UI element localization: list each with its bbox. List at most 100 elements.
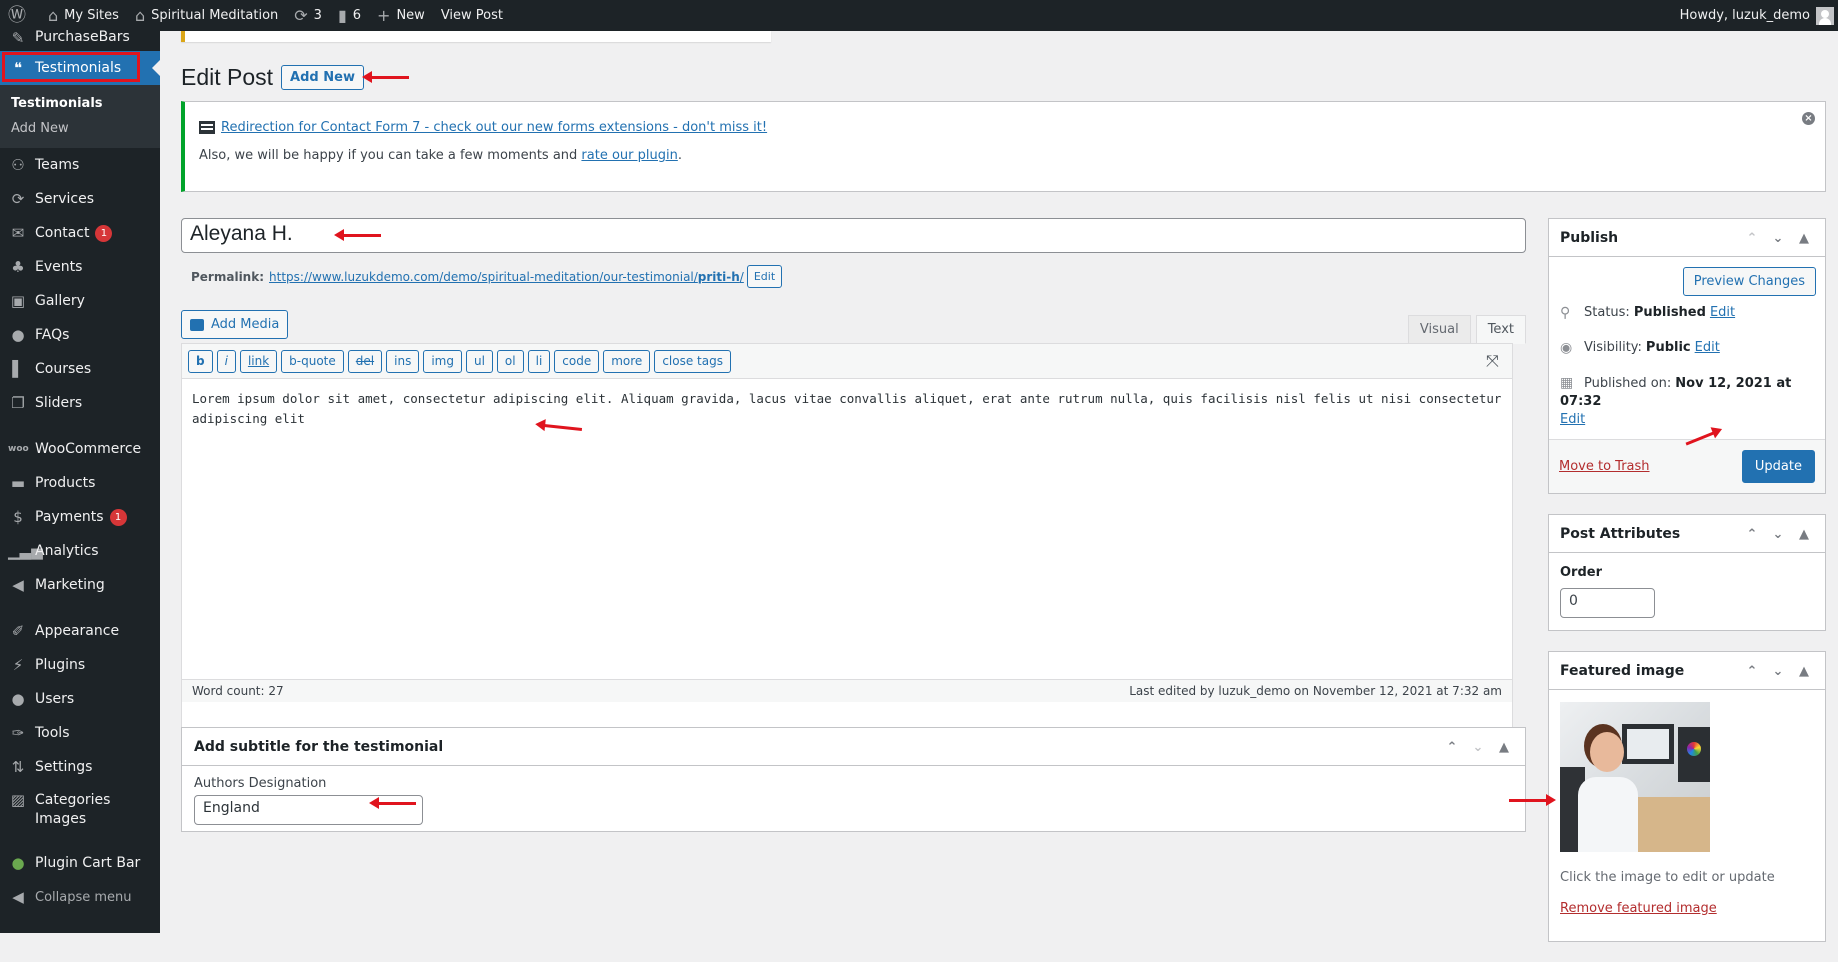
annotation-arrow (369, 797, 416, 809)
updates-menu[interactable]: ⟳ 3 (286, 0, 330, 31)
update-button[interactable]: Update (1741, 450, 1815, 483)
comments-count: 6 (352, 8, 362, 23)
permalink-row: Permalink: https://www.luzukdemo.com/dem… (191, 265, 783, 288)
sidebar-item-products[interactable]: ▬ Products (0, 466, 160, 500)
edit-status-link[interactable]: Edit (1710, 304, 1735, 322)
sidebar-item-contact[interactable]: ✉ Contact 1 (0, 216, 160, 250)
move-down-icon[interactable]: ⌄ (1765, 527, 1791, 542)
qt-more-button[interactable]: more (603, 349, 651, 373)
sidebar-item-sliders[interactable]: ❐ Sliders (0, 386, 160, 420)
page-title: Edit Post (181, 64, 274, 90)
qt-link-button[interactable]: link (239, 349, 278, 373)
move-down-icon[interactable]: ⌄ (1465, 740, 1491, 755)
sidebar-item-faqs[interactable]: ● FAQs (0, 318, 160, 352)
qt-img-button[interactable]: img (423, 349, 462, 373)
content-textarea[interactable]: Lorem ipsum dolor sit amet, consectetur … (182, 379, 1512, 679)
warning-notice-partial (181, 31, 771, 42)
edit-visibility-link[interactable]: Edit (1695, 339, 1720, 357)
sidebar-item-events[interactable]: ♣ Events (0, 250, 160, 284)
plus-icon: + (377, 5, 391, 25)
sidebar-item-categories-images[interactable]: ▨ Categories Images (0, 784, 160, 834)
sidebar-item-label: Courses (35, 361, 92, 377)
qt-italic-button[interactable]: i (216, 349, 236, 373)
toggle-panel-icon[interactable]: ▲ (1491, 740, 1517, 755)
annotation-arrow (362, 71, 409, 83)
sidebar-item-teams[interactable]: ⚇ Teams (0, 148, 160, 182)
sidebar-item-tools[interactable]: ✑ Tools (0, 716, 160, 750)
preview-changes-button[interactable]: Preview Changes (1682, 267, 1816, 296)
move-up-icon[interactable]: ⌃ (1739, 231, 1765, 246)
sidebar-item-analytics[interactable]: ▁▃▅ Analytics (0, 534, 160, 568)
new-label: New (396, 8, 425, 23)
remove-featured-image-link[interactable]: Remove featured image (1560, 901, 1717, 916)
qt-code-button[interactable]: code (554, 349, 600, 373)
metabox-title: Add subtitle for the testimonial (194, 738, 444, 755)
featured-image-title: Featured image (1560, 662, 1685, 679)
permalink-edit-button[interactable]: Edit (746, 265, 783, 288)
tab-visual[interactable]: Visual (1407, 315, 1471, 344)
toggle-panel-icon[interactable]: ▲ (1791, 231, 1817, 246)
add-media-button[interactable]: Add Media (181, 310, 289, 339)
wrench-icon: ✑ (11, 724, 25, 742)
featured-image-box: Featured image ⌃ ⌄ ▲ Click the image to … (1509, 651, 1826, 942)
qt-ul-button[interactable]: ul (465, 349, 493, 373)
image-person-head (1590, 732, 1624, 772)
account-menu[interactable]: Howdy, luzuk_demo (1672, 0, 1838, 31)
qt-bold-button[interactable]: b (188, 349, 213, 373)
status-label: Status: (1584, 305, 1630, 320)
tab-text[interactable]: Text (1475, 315, 1526, 344)
sidebar-item-courses[interactable]: ▌ Courses (0, 352, 160, 386)
dismiss-notice-icon[interactable]: × (1802, 112, 1815, 125)
qt-del-button[interactable]: del (347, 349, 383, 373)
sidebar-item-woocommerce[interactable]: woo WooCommerce (0, 432, 160, 466)
woo-icon: woo (8, 444, 29, 454)
metabox-handles: ⌃ ⌄ ▲ (1739, 652, 1817, 690)
sidebar-item-plugin-cart-bar[interactable]: ● Plugin Cart Bar (0, 846, 160, 880)
toggle-panel-icon[interactable]: ▲ (1791, 527, 1817, 542)
qt-ins-button[interactable]: ins (386, 349, 420, 373)
new-content-menu[interactable]: + New (369, 0, 433, 31)
submenu-item-add-new[interactable]: Add New (0, 116, 160, 141)
submenu-item-testimonials[interactable]: Testimonials (0, 91, 160, 116)
featured-image-thumbnail[interactable] (1560, 702, 1710, 852)
sidebar-item-marketing[interactable]: ◀ Marketing (0, 568, 160, 602)
authors-designation-input[interactable]: England (194, 795, 423, 825)
add-new-button[interactable]: Add New (281, 65, 364, 90)
sidebar-item-settings[interactable]: ⇅ Settings (0, 750, 160, 784)
collapse-menu-button[interactable]: ◀ Collapse menu (0, 880, 160, 914)
order-input[interactable]: 0 (1560, 588, 1655, 618)
page-header: Edit Post Add New (181, 64, 364, 91)
fullscreen-icon[interactable]: ⤧ (1486, 353, 1502, 369)
menu-separator (0, 602, 160, 614)
qt-blockquote-button[interactable]: b-quote (281, 349, 344, 373)
move-to-trash-link[interactable]: Move to Trash (1559, 459, 1650, 474)
redirection-notice-link[interactable]: Redirection for Contact Form 7 - check o… (221, 120, 767, 135)
sidebar-item-payments[interactable]: $ Payments 1 (0, 500, 160, 534)
permalink-url[interactable]: https://www.luzukdemo.com/demo/spiritual… (269, 270, 744, 284)
sidebar-item-services[interactable]: ⟳ Services (0, 182, 160, 216)
annotation-arrow (1509, 794, 1556, 806)
eye-icon: ◉ (1560, 340, 1573, 356)
view-post-link[interactable]: View Post (433, 0, 511, 31)
sidebar-item-gallery[interactable]: ▣ Gallery (0, 284, 160, 318)
sidebar-item-plugins[interactable]: ⚡ Plugins (0, 648, 160, 682)
order-label: Order (1560, 565, 1602, 580)
move-up-icon[interactable]: ⌃ (1739, 664, 1765, 679)
rate-plugin-link[interactable]: rate our plugin (581, 148, 677, 163)
toggle-panel-icon[interactable]: ▲ (1791, 664, 1817, 679)
sidebar-item-users[interactable]: ● Users (0, 682, 160, 716)
qt-ol-button[interactable]: ol (496, 349, 524, 373)
qt-close-tags-button[interactable]: close tags (654, 349, 731, 373)
move-up-icon[interactable]: ⌃ (1439, 740, 1465, 755)
my-sites-icon: ⌂ (48, 5, 59, 25)
post-title-input[interactable]: Aleyana H. (181, 218, 1526, 253)
sidebar-item-purchasebars[interactable]: ✎ PurchaseBars (0, 25, 160, 51)
move-down-icon[interactable]: ⌄ (1765, 664, 1791, 679)
sidebar-item-appearance[interactable]: ✐ Appearance (0, 614, 160, 648)
edit-date-link[interactable]: Edit (1560, 412, 1585, 427)
qt-li-button[interactable]: li (527, 349, 551, 373)
comments-menu[interactable]: ▮ 6 (330, 0, 369, 31)
updates-count: 3 (313, 8, 322, 23)
move-up-icon[interactable]: ⌃ (1739, 527, 1765, 542)
move-down-icon[interactable]: ⌄ (1765, 231, 1791, 246)
